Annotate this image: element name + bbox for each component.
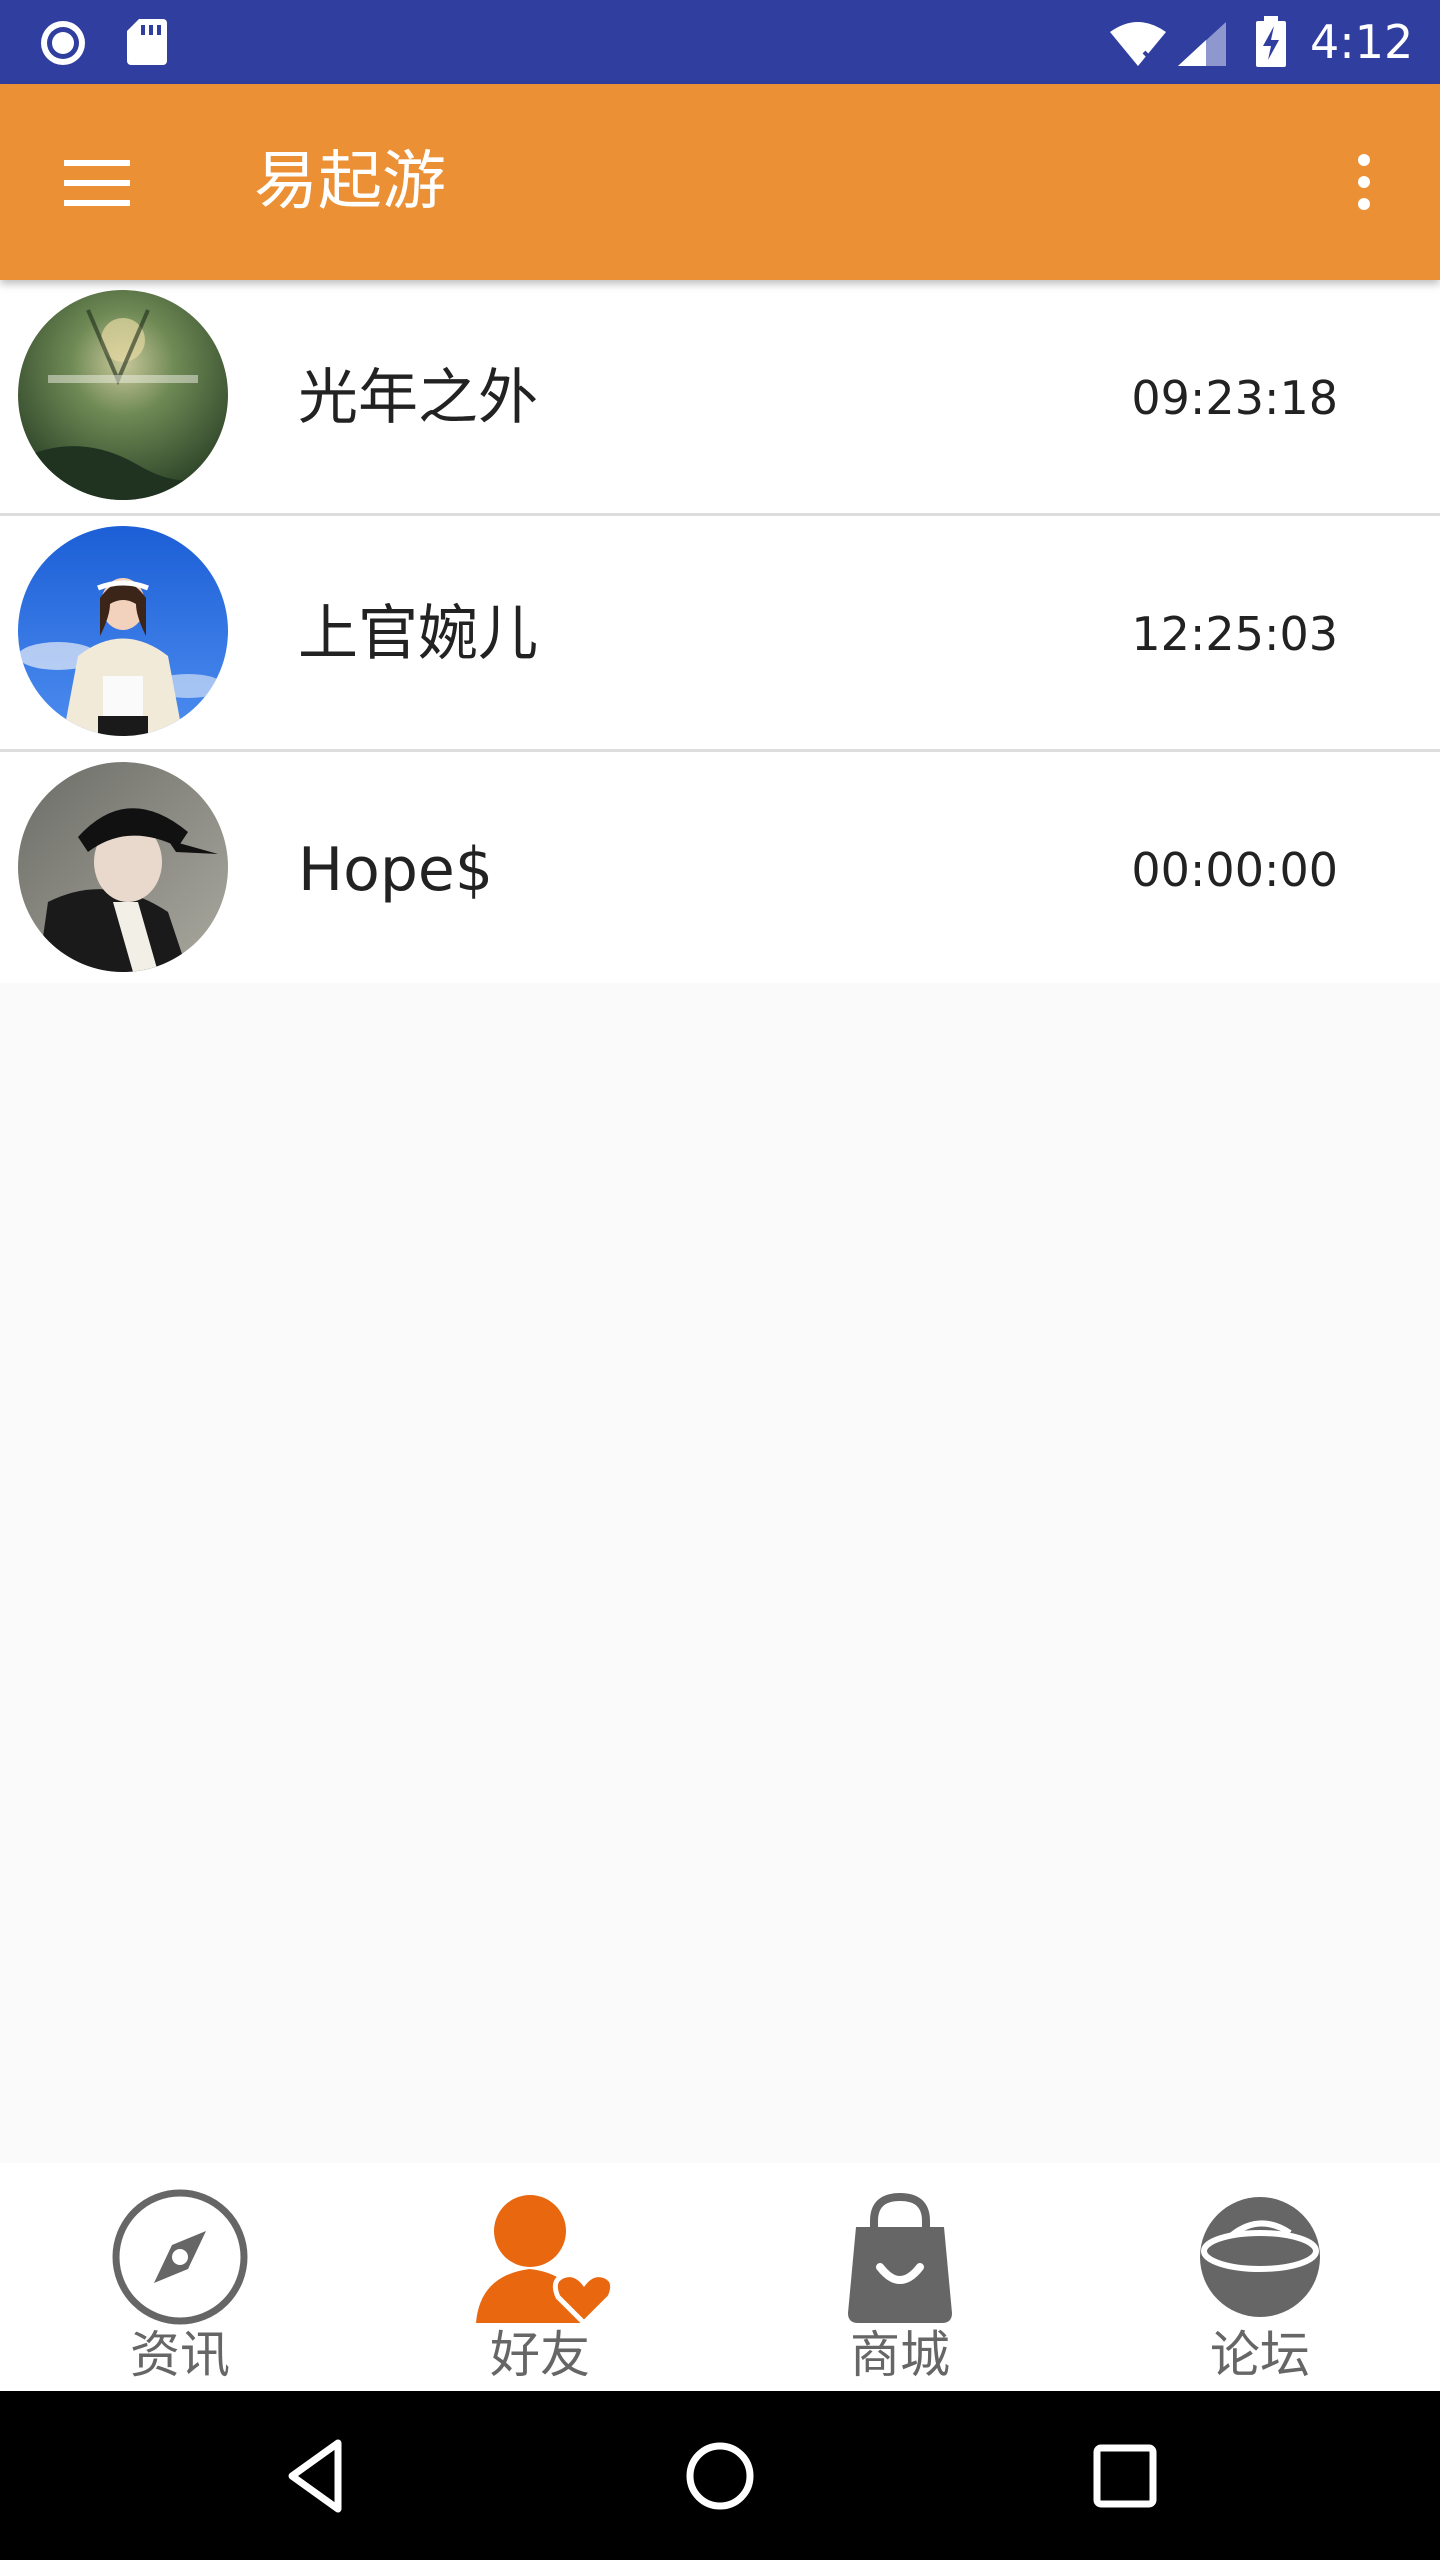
- nav-label: 论坛: [1210, 2326, 1310, 2384]
- overflow-menu-button[interactable]: [1310, 128, 1418, 236]
- menu-button[interactable]: [40, 128, 148, 236]
- clock: 4:12: [1310, 15, 1414, 69]
- nav-label: 资讯: [130, 2326, 230, 2384]
- home-icon[interactable]: [665, 2421, 775, 2531]
- status-bar: 4:12: [0, 0, 1440, 84]
- back-icon[interactable]: [262, 2421, 372, 2531]
- nav-label: 商城: [850, 2326, 950, 2384]
- friend-row[interactable]: 光年之外 09:23:18: [0, 280, 1440, 516]
- planet-icon: [1200, 2197, 1320, 2317]
- shopping-bag-icon: [848, 2192, 952, 2323]
- nav-tab-friends[interactable]: 好友: [360, 2163, 720, 2391]
- friend-row[interactable]: 上官婉儿 12:25:03: [0, 516, 1440, 752]
- compass-icon: [112, 2189, 248, 2325]
- girl-sky-avatar-image: [18, 526, 228, 736]
- friend-time: 09:23:18: [1131, 371, 1338, 425]
- man-cap-avatar-image: [18, 762, 228, 972]
- friend-name: 光年之外: [298, 363, 538, 433]
- recents-icon[interactable]: [1070, 2421, 1180, 2531]
- app-title: 易起游: [254, 145, 446, 219]
- nav-tab-mall[interactable]: 商城: [720, 2163, 1080, 2391]
- empty-list-area: [0, 983, 1440, 2163]
- app-bar: 易起游: [0, 84, 1440, 280]
- signal-icon: [1178, 22, 1226, 66]
- system-navigation-bar: [0, 2391, 1440, 2560]
- friend-time: 12:25:03: [1131, 607, 1338, 661]
- wifi-icon: [1110, 22, 1166, 66]
- forest-avatar-image: [18, 290, 228, 500]
- friend-name: Hope$: [298, 835, 493, 905]
- screen: 4:12 易起游 光年之外 09:23:18 上官婉儿 12:25:03 Hop…: [0, 0, 1440, 2560]
- friend-name: 上官婉儿: [298, 599, 538, 669]
- record-icon: [41, 21, 85, 65]
- nav-tab-forum[interactable]: 论坛: [1080, 2163, 1440, 2391]
- avatar: [18, 762, 228, 972]
- more-vert-icon: [1358, 154, 1370, 210]
- battery-charging-icon: [1256, 16, 1286, 67]
- avatar: [18, 526, 228, 736]
- hamburger-menu-icon: [64, 160, 130, 206]
- avatar: [18, 290, 228, 500]
- friend-time: 00:00:00: [1131, 843, 1338, 897]
- sd-card-icon: [127, 19, 167, 65]
- friend-heart-icon: [476, 2195, 614, 2327]
- bottom-navigation: 资讯 好友 商城 论坛: [0, 2163, 1440, 2391]
- nav-label: 好友: [490, 2326, 590, 2384]
- nav-tab-news[interactable]: 资讯: [0, 2163, 360, 2391]
